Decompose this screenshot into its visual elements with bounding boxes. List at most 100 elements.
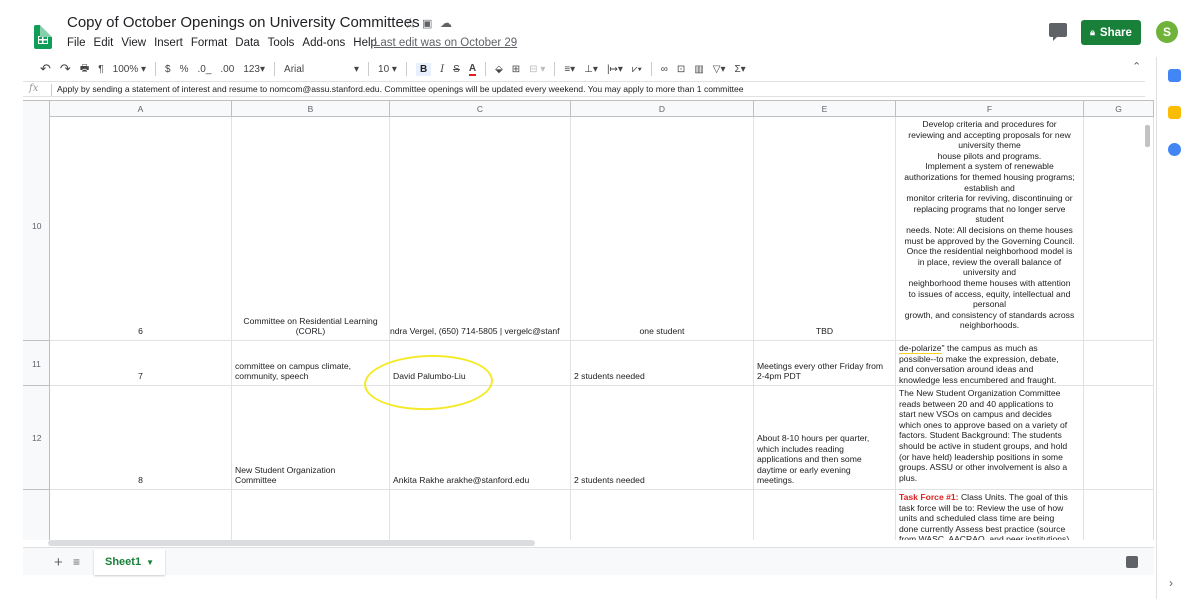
fill-color-icon[interactable]: ⬙ xyxy=(495,64,503,75)
bold-button[interactable]: B xyxy=(415,62,432,76)
more-formats-select[interactable]: 123▾ xyxy=(243,64,265,75)
cell-f10[interactable]: Develop criteria and procedures for revie… xyxy=(896,117,1084,341)
menu-bar: File Edit View Insert Format Data Tools … xyxy=(67,37,385,49)
decrease-decimal-button[interactable]: .0_ xyxy=(198,64,212,75)
insert-link-icon[interactable]: ∞ xyxy=(661,64,668,75)
vertical-scrollbar[interactable] xyxy=(1145,125,1150,147)
chevron-up-icon[interactable]: ⌃ xyxy=(1132,60,1141,73)
cell-g13[interactable] xyxy=(1084,490,1154,540)
insert-comment-icon[interactable]: ⊡ xyxy=(677,64,685,75)
spreadsheet-grid[interactable]: A B C D E F G 10 6 Committee on Resident… xyxy=(23,100,1154,540)
strikethrough-button[interactable]: S xyxy=(453,64,460,75)
text-rotation-icon[interactable]: ⩗▾ xyxy=(632,64,642,75)
currency-button[interactable]: $ xyxy=(165,64,171,75)
column-header-f[interactable]: F xyxy=(896,101,1084,117)
cell-d11[interactable]: 2 students needed xyxy=(571,341,754,386)
row-header-12[interactable]: 12 xyxy=(23,386,50,490)
cell-b13[interactable] xyxy=(232,490,390,540)
menu-insert[interactable]: Insert xyxy=(154,37,183,49)
cell-d10[interactable]: one student xyxy=(571,117,754,341)
menu-file[interactable]: File xyxy=(67,37,86,49)
print-icon[interactable]: 🖶︎ xyxy=(80,61,89,78)
cell-c10[interactable]: ndra Vergel, (650) 714-5805 | vergelc@st… xyxy=(390,117,571,341)
percent-button[interactable]: % xyxy=(180,64,189,75)
paint-format-icon[interactable]: ¶ xyxy=(98,64,103,75)
column-header-b[interactable]: B xyxy=(232,101,390,117)
row-header-11[interactable]: 11 xyxy=(23,341,50,386)
star-icon[interactable]: ☆ xyxy=(404,15,417,32)
cell-e12[interactable]: About 8-10 hours per quarter, which inclu… xyxy=(754,386,896,490)
cell-e10[interactable]: TBD xyxy=(754,117,896,341)
merge-cells-icon[interactable]: ⊟ ▾ xyxy=(529,64,545,75)
column-header-e[interactable]: E xyxy=(754,101,896,117)
insert-chart-icon[interactable]: ▥ xyxy=(694,64,703,75)
menu-tools[interactable]: Tools xyxy=(268,37,295,49)
cell-text-line: (or have held) leadership positions in s… xyxy=(899,451,1063,462)
cell-e11[interactable]: Meetings every other Friday from 2-4pm PD… xyxy=(754,341,896,386)
cloud-status-icon[interactable]: ☁ xyxy=(440,16,452,30)
cell-b12[interactable]: New Student Organization Committee xyxy=(232,386,390,490)
column-header-a[interactable]: A xyxy=(50,101,232,117)
cell-f11[interactable]: de-polarize" the campus as much as possib… xyxy=(896,341,1084,386)
keep-icon[interactable] xyxy=(1168,106,1181,119)
zoom-select[interactable]: 100% ▾ xyxy=(113,64,146,75)
add-sheet-icon[interactable]: + xyxy=(54,554,63,571)
cell-g12[interactable] xyxy=(1084,386,1154,490)
tasks-icon[interactable] xyxy=(1168,143,1181,156)
functions-icon[interactable]: Σ▾ xyxy=(734,64,745,75)
cell-b10[interactable]: Committee on Residential Learning (CORL) xyxy=(232,117,390,341)
formula-content[interactable]: Apply by sending a statement of interest… xyxy=(57,84,744,94)
chevron-right-icon[interactable]: › xyxy=(1169,576,1173,590)
column-header-d[interactable]: D xyxy=(571,101,754,117)
row-header-10[interactable]: 10 xyxy=(23,117,50,341)
all-sheets-icon[interactable]: ≡ xyxy=(73,555,80,569)
divider xyxy=(368,62,370,76)
redo-icon[interactable]: ↷ xyxy=(60,61,71,77)
cell-f13[interactable]: Task Force #1: Class Units. The goal of … xyxy=(896,490,1084,540)
italic-button[interactable]: I xyxy=(440,64,444,75)
cell-g11[interactable] xyxy=(1084,341,1154,386)
cell-text-line: Develop criteria and procedures for xyxy=(922,119,1057,129)
cell-a11[interactable]: 7 xyxy=(50,341,232,386)
cell-a12[interactable]: 8 xyxy=(50,386,232,490)
menu-format[interactable]: Format xyxy=(191,37,227,49)
vertical-align-icon[interactable]: ⊥▾ xyxy=(584,64,598,75)
cell-d12[interactable]: 2 students needed xyxy=(571,386,754,490)
cell-f12[interactable]: The New Student Organization Committee re… xyxy=(896,386,1084,490)
cell-a13[interactable] xyxy=(50,490,232,540)
cell-c13[interactable] xyxy=(390,490,571,540)
menu-edit[interactable]: Edit xyxy=(94,37,114,49)
menu-view[interactable]: View xyxy=(121,37,146,49)
menu-data[interactable]: Data xyxy=(235,37,259,49)
comment-history-icon[interactable] xyxy=(1049,23,1067,41)
horizontal-scrollbar[interactable] xyxy=(48,540,535,546)
row-header-13[interactable] xyxy=(23,490,50,540)
column-header-c[interactable]: C xyxy=(390,101,571,117)
cell-a10[interactable]: 6 xyxy=(50,117,232,341)
text-color-button[interactable]: A xyxy=(468,63,477,76)
borders-icon[interactable]: ⊞ xyxy=(512,64,520,75)
text-wrap-icon[interactable]: |↦▾ xyxy=(607,64,623,75)
cell-d13[interactable] xyxy=(571,490,754,540)
filter-icon[interactable]: ▽▾ xyxy=(713,64,726,75)
cell-e13[interactable] xyxy=(754,490,896,540)
document-title[interactable]: Copy of October Openings on University C… xyxy=(67,14,420,31)
column-header-g[interactable]: G xyxy=(1084,101,1154,117)
user-avatar[interactable]: S xyxy=(1156,21,1178,43)
explore-icon[interactable] xyxy=(1126,556,1138,568)
formula-bar[interactable]: fx Apply by sending a statement of inter… xyxy=(23,81,1145,97)
sheets-logo-icon[interactable] xyxy=(34,25,52,49)
last-edit-link[interactable]: Last edit was on October 29 xyxy=(374,37,517,49)
menu-addons[interactable]: Add-ons xyxy=(302,37,345,49)
increase-decimal-button[interactable]: .00 xyxy=(220,64,234,75)
horizontal-align-icon[interactable]: ≡▾ xyxy=(564,64,575,75)
share-button[interactable]: 🔒︎ Share xyxy=(1081,20,1141,45)
select-all-corner[interactable] xyxy=(23,101,50,117)
font-select[interactable]: Arial ▾ xyxy=(284,64,359,75)
calendar-icon[interactable] xyxy=(1168,69,1181,82)
move-folder-icon[interactable]: ▣ xyxy=(422,17,432,30)
sheet-tab[interactable]: Sheet1 ▼ xyxy=(94,549,165,575)
cell-g10[interactable] xyxy=(1084,117,1154,341)
font-size-select[interactable]: 10 ▾ xyxy=(378,64,397,75)
undo-icon[interactable]: ↶ xyxy=(40,61,51,77)
